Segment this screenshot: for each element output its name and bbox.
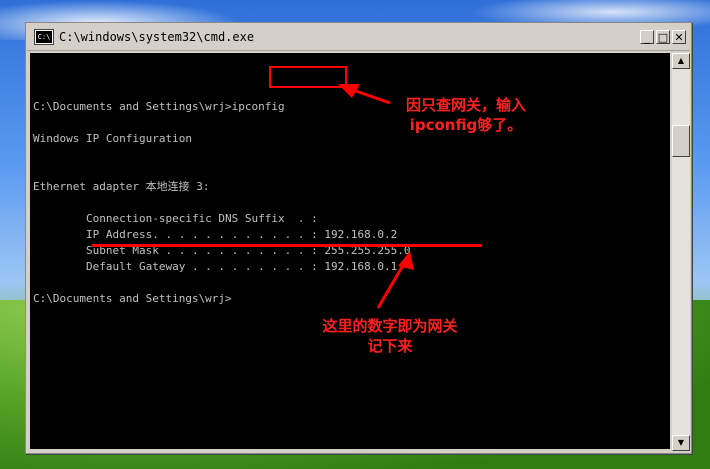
annotation-top-line2: ipconfig够了。 xyxy=(409,116,523,134)
output-line: Ethernet adapter 本地连接 3: xyxy=(33,180,210,193)
output-line: Connection-specific DNS Suffix . : xyxy=(33,212,318,225)
close-button[interactable]: ✕ xyxy=(672,30,686,44)
annotation-top: 因只查网关，输入 ipconfig够了。 xyxy=(386,95,546,135)
maximize-button[interactable]: □ xyxy=(656,30,670,44)
title-bar[interactable]: C:\ C:\windows\system32\cmd.exe _ □ ✕ xyxy=(27,24,690,51)
scroll-up-button[interactable]: ▲ xyxy=(672,53,690,69)
vertical-scrollbar[interactable]: ▲ ▼ xyxy=(672,53,690,451)
scroll-down-button[interactable]: ▼ xyxy=(672,435,690,451)
ipconfig-highlight-box xyxy=(269,66,347,88)
prompt-line: C:\Documents and Settings\wrj>ipconfig xyxy=(33,100,285,113)
gateway-underline xyxy=(92,244,482,247)
scroll-thumb[interactable] xyxy=(672,125,690,157)
annotation-bottom-line2: 记下来 xyxy=(367,337,413,355)
annotation-bottom: 这里的数字即为网关 记下来 xyxy=(300,316,480,356)
output-line: Windows IP Configuration xyxy=(33,132,192,145)
console-output[interactable]: C:\Documents and Settings\wrj>ipconfig W… xyxy=(30,53,670,449)
cmd-window: C:\ C:\windows\system32\cmd.exe _ □ ✕ C:… xyxy=(25,22,692,454)
minimize-button[interactable]: _ xyxy=(640,30,654,44)
output-line: Default Gateway . . . . . . . . . : 192.… xyxy=(33,260,398,273)
annotation-top-line1: 因只查网关，输入 xyxy=(405,96,526,114)
annotation-bottom-line1: 这里的数字即为网关 xyxy=(322,317,458,335)
prompt-line: C:\Documents and Settings\wrj> xyxy=(33,292,232,305)
cmd-icon[interactable]: C:\ xyxy=(35,30,53,44)
output-line: IP Address. . . . . . . . . . . . : 192.… xyxy=(33,228,398,241)
window-title: C:\windows\system32\cmd.exe xyxy=(59,30,255,44)
